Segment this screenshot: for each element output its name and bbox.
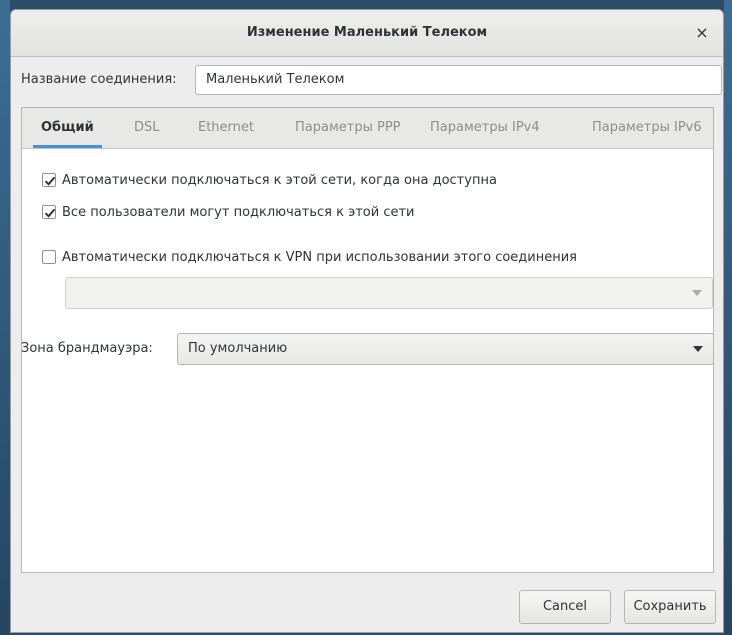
tab-ethernet[interactable]: Ethernet bbox=[198, 108, 254, 148]
tab-ipv4[interactable]: Параметры IPv4 bbox=[430, 108, 540, 148]
auto-vpn-checkbox[interactable] bbox=[42, 250, 56, 264]
auto-connect-row[interactable]: Автоматически подключаться к этой сети, … bbox=[42, 171, 497, 191]
close-icon[interactable]: × bbox=[691, 22, 713, 44]
cancel-button[interactable]: Cancel bbox=[519, 590, 611, 624]
desktop-background-left bbox=[0, 0, 10, 635]
firewall-zone-value: По умолчанию bbox=[188, 341, 288, 356]
all-users-row[interactable]: Все пользователи могут подключаться к эт… bbox=[42, 203, 415, 223]
all-users-label: Все пользователи могут подключаться к эт… bbox=[62, 205, 415, 220]
auto-connect-checkbox[interactable] bbox=[42, 173, 56, 187]
tab-general[interactable]: Общий bbox=[33, 108, 102, 148]
connection-name-label: Название соединения: bbox=[21, 72, 177, 87]
tab-bar: Общий DSL Ethernet Параметры PPP Парамет… bbox=[22, 108, 713, 149]
auto-vpn-row[interactable]: Автоматически подключаться к VPN при исп… bbox=[42, 248, 577, 268]
save-button[interactable]: Сохранить bbox=[624, 590, 716, 624]
checkmark-icon bbox=[44, 208, 56, 218]
desktop-background-right bbox=[724, 0, 732, 635]
connection-name-input[interactable]: Маленький Телеком bbox=[195, 65, 722, 95]
chevron-down-icon bbox=[693, 346, 703, 352]
tab-ppp[interactable]: Параметры PPP bbox=[295, 108, 401, 148]
auto-connect-label: Автоматически подключаться к этой сети, … bbox=[62, 173, 497, 188]
vpn-select[interactable] bbox=[65, 277, 713, 309]
tab-ipv6[interactable]: Параметры IPv6 bbox=[592, 108, 702, 148]
firewall-zone-label: Зона брандмауэра: bbox=[21, 341, 153, 356]
firewall-zone-select[interactable]: По умолчанию bbox=[177, 333, 714, 365]
window-title: Изменение Маленький Телеком bbox=[246, 25, 488, 40]
edit-connection-dialog: Изменение Маленький Телеком × Название с… bbox=[10, 9, 724, 633]
chevron-down-icon bbox=[692, 290, 702, 296]
tab-dsl[interactable]: DSL bbox=[134, 108, 160, 148]
all-users-checkbox[interactable] bbox=[42, 205, 56, 219]
auto-vpn-label: Автоматически подключаться к VPN при исп… bbox=[62, 250, 577, 265]
checkmark-icon bbox=[44, 176, 56, 186]
titlebar: Изменение Маленький Телеком × bbox=[11, 10, 723, 57]
